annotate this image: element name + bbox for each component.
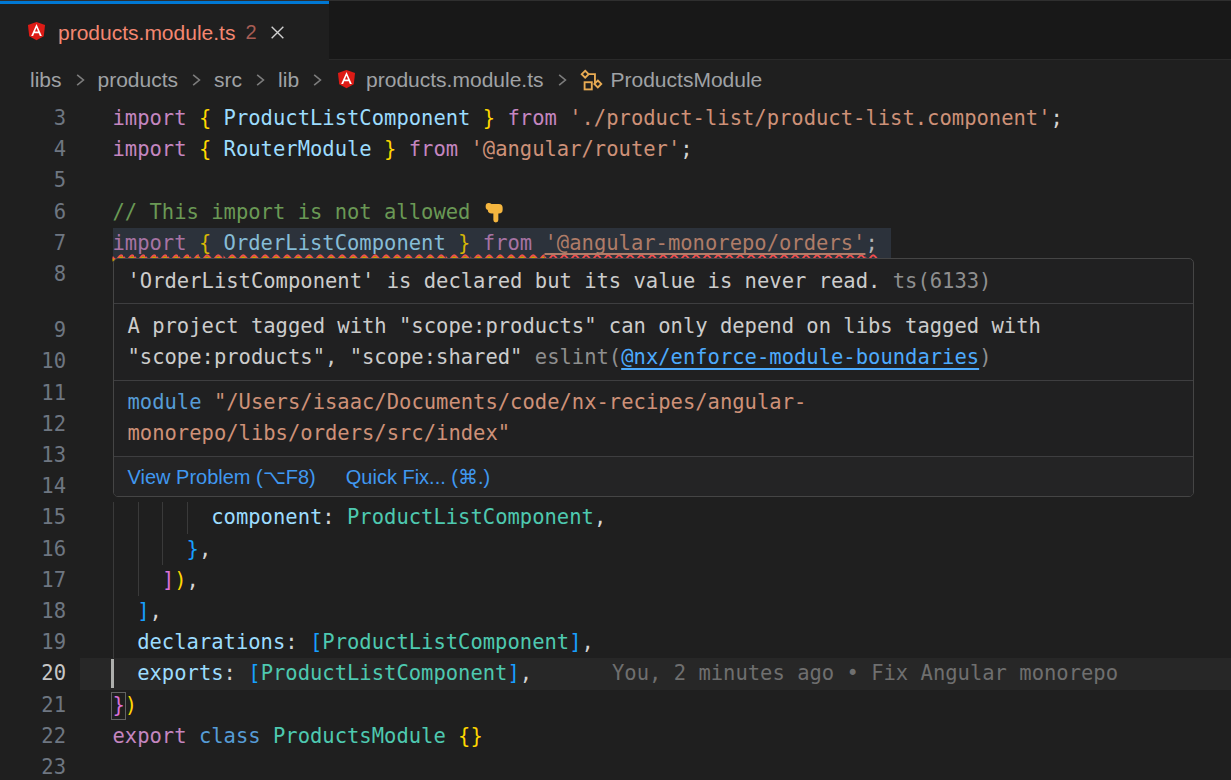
code-line-7: import { OrderListComponent } from '@ang… <box>113 228 878 259</box>
code-line-22: export class ProductsModule {} <box>113 721 483 752</box>
eslint-rule-link[interactable]: @nx/enforce-module-boundaries <box>621 345 979 369</box>
line-number-23: 23 <box>0 752 66 780</box>
line-number-7: 7 <box>0 228 66 259</box>
line-number-9: 9 <box>0 315 66 346</box>
code-line-4: import { RouterModule } from '@angular/r… <box>113 134 693 165</box>
angular-icon <box>25 21 48 44</box>
symbol-class-icon <box>580 69 603 92</box>
line-number-12: 12 <box>0 409 66 440</box>
breadcrumb-item-libs[interactable]: libs <box>30 68 62 92</box>
line-number-11: 11 <box>0 378 66 409</box>
code-line-16: }, <box>113 534 212 565</box>
tab-problems-badge: 2 <box>245 21 256 44</box>
close-icon[interactable] <box>269 24 286 41</box>
code-line-20: exports: [ProductListComponent], <box>113 658 533 689</box>
tab-title: products.module.ts <box>58 21 235 45</box>
line-number-20: 20 <box>0 658 66 689</box>
line-number-21: 21 <box>0 690 66 721</box>
breadcrumb-item-products.module.ts[interactable]: products.module.ts <box>335 68 543 92</box>
line-number-22: 22 <box>0 721 66 752</box>
breadcrumb-separator <box>72 72 88 88</box>
code-line-6: // This import is not allowed <box>113 197 506 228</box>
chevron-right-icon <box>72 72 88 88</box>
text-cursor <box>111 659 114 688</box>
tab-strip: products.module.ts 2 <box>0 0 1231 60</box>
line-number-17: 17 <box>0 565 66 596</box>
line-number-14: 14 <box>0 471 66 502</box>
line-number-15: 15 <box>0 502 66 533</box>
tab-products-module[interactable]: products.module.ts 2 <box>0 1 329 61</box>
pointing-down-emoji <box>483 201 506 224</box>
chevron-right-icon <box>554 72 570 88</box>
line-number-6: 6 <box>0 197 66 228</box>
line-number-10: 10 <box>0 346 66 377</box>
breadcrumb-separator <box>188 72 204 88</box>
breadcrumb-item-ProductsModule[interactable]: ProductsModule <box>580 68 763 92</box>
hover-section: module "/Users/isaac/Documents/code/nx-r… <box>114 380 1193 456</box>
hover-popup: 'OrderListComponent' is declared but its… <box>113 258 1194 497</box>
line-number-3: 3 <box>0 103 66 134</box>
hover-status-bar: View Problem (⌥F8) Quick Fix... (⌘.) <box>114 456 1193 496</box>
view-problem-action[interactable]: View Problem (⌥F8) <box>128 465 316 489</box>
hover-section: A project tagged with "scope:products" c… <box>114 303 1193 379</box>
line-number-8: 8 <box>0 259 66 290</box>
bracket-match-box <box>111 692 126 720</box>
breadcrumb-item-lib[interactable]: lib <box>278 68 299 92</box>
line-number-13: 13 <box>0 440 66 471</box>
line-number-16: 16 <box>0 534 66 565</box>
line-number-4: 4 <box>0 134 66 165</box>
code-line-19: declarations: [ProductListComponent], <box>113 627 594 658</box>
line-number-19: 19 <box>0 627 66 658</box>
hover-section: 'OrderListComponent' is declared but its… <box>114 259 1193 303</box>
code-line-3: import { ProductListComponent } from './… <box>113 103 1063 134</box>
chevron-right-icon <box>309 72 325 88</box>
line-number-18: 18 <box>0 596 66 627</box>
git-blame-annotation: You, 2 minutes ago • Fix Angular monorep… <box>612 658 1118 689</box>
chevron-right-icon <box>188 72 204 88</box>
quick-fix-action[interactable]: Quick Fix... (⌘.) <box>346 465 490 489</box>
breadcrumb: libs products src lib products.module.ts Prod… <box>0 60 1231 100</box>
chevron-right-icon <box>252 72 268 88</box>
breadcrumb-item-src[interactable]: src <box>214 68 242 92</box>
code-line-17: ]), <box>113 565 199 596</box>
code-line-15: component: ProductListComponent, <box>113 502 607 533</box>
angular-icon <box>335 69 358 92</box>
breadcrumb-item-products[interactable]: products <box>98 68 179 92</box>
code-line-18: ], <box>113 596 162 627</box>
line-number-5: 5 <box>0 165 66 196</box>
breadcrumb-separator <box>252 72 268 88</box>
breadcrumb-separator <box>309 72 325 88</box>
breadcrumb-separator <box>554 72 570 88</box>
